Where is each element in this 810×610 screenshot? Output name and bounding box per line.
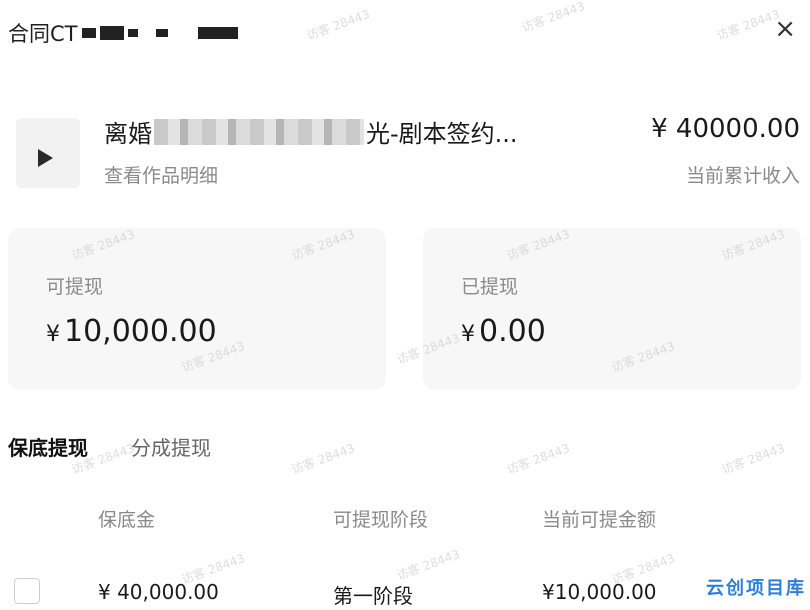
cell-stage: 第一阶段 xyxy=(333,584,413,608)
watermark: 访客 28443 xyxy=(719,441,787,477)
work-title: 离婚 光-剧本签约... xyxy=(104,114,518,149)
currency-symbol: ¥ xyxy=(46,322,60,347)
tab-guarantee-withdrawal[interactable]: 保底提现 xyxy=(8,432,88,461)
watermark: 访客 28443 xyxy=(304,7,372,43)
withdrawable-label: 可提现 xyxy=(46,276,104,298)
currency-symbol: ¥ xyxy=(461,322,475,347)
redacted-block xyxy=(81,28,96,38)
column-header-available: 当前可提金额 xyxy=(542,509,657,531)
dialog-title: 合同CT xyxy=(8,18,238,48)
watermark: 访客 28443 xyxy=(394,547,462,583)
play-icon[interactable] xyxy=(38,149,53,167)
total-income-label: 当前累计收入 xyxy=(685,165,800,187)
work-title-prefix: 离婚 xyxy=(104,120,152,148)
withdrawable-amount: 10,000.00 xyxy=(64,314,217,349)
redacted-block xyxy=(197,27,238,39)
watermark: 访客 28443 xyxy=(714,7,782,43)
dialog-title-text: 合同CT xyxy=(8,22,78,46)
withdrawn-amount: 0.00 xyxy=(479,314,546,349)
brand-watermark: 云创项目库 xyxy=(706,578,806,599)
total-income-amount: ¥ 40000.00 xyxy=(651,114,800,144)
cell-available: ¥10,000.00 xyxy=(542,580,657,604)
row-checkbox[interactable] xyxy=(14,578,40,604)
close-icon[interactable]: × xyxy=(774,16,796,42)
watermark: 访客 28443 xyxy=(519,0,587,35)
redacted-block xyxy=(127,29,138,37)
redacted-block xyxy=(155,29,168,37)
redacted-block xyxy=(99,26,124,40)
tab-share-withdrawal[interactable]: 分成提现 xyxy=(131,432,211,461)
column-header-stage: 可提现阶段 xyxy=(333,509,429,531)
view-work-details-link[interactable]: 查看作品明细 xyxy=(104,161,218,188)
watermark: 访客 28443 xyxy=(289,441,357,477)
watermark: 访客 28443 xyxy=(504,441,572,477)
withdrawable-card: 可提现 ¥10,000.00 xyxy=(8,228,386,390)
withdrawn-label: 已提现 xyxy=(461,276,519,298)
column-header-guarantee: 保底金 xyxy=(98,509,156,531)
work-title-suffix: 光-剧本签约... xyxy=(366,120,518,148)
withdrawable-value: ¥10,000.00 xyxy=(46,314,217,349)
withdrawn-card: 已提现 ¥0.00 xyxy=(423,228,801,390)
withdrawn-value: ¥0.00 xyxy=(461,314,546,349)
blurred-title-section xyxy=(154,118,364,145)
cell-guarantee: ¥ 40,000.00 xyxy=(98,580,219,604)
